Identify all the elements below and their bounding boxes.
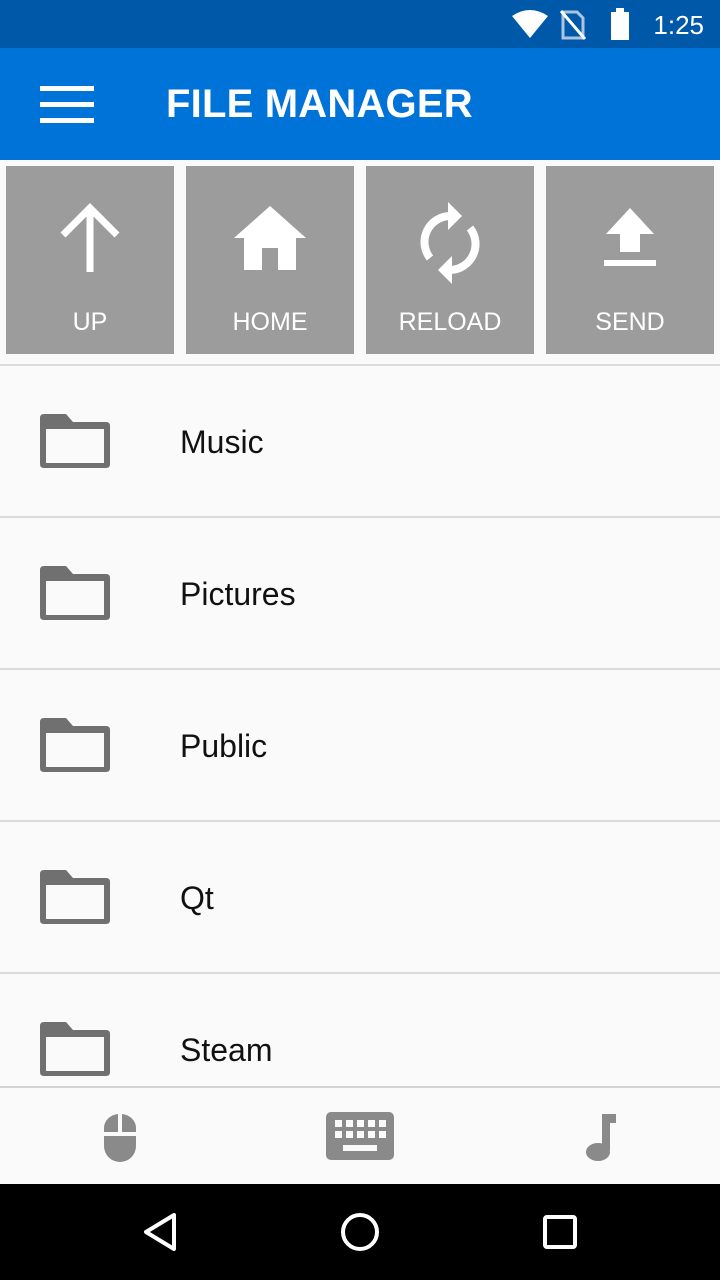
list-item[interactable]: Qt	[0, 822, 720, 974]
nav-home-button[interactable]	[300, 1184, 420, 1280]
page-title: FILE MANAGER	[166, 82, 473, 126]
toolbar: UP HOME RELOAD SEND	[0, 160, 720, 366]
home-icon	[234, 206, 306, 270]
list-item-label: Music	[180, 424, 264, 460]
tab-mouse[interactable]	[0, 1088, 240, 1184]
folder-icon	[40, 566, 110, 620]
list-item-label: Steam	[180, 1032, 273, 1068]
list-item[interactable]: Pictures	[0, 518, 720, 670]
reload-button-label: RELOAD	[398, 308, 502, 336]
list-item[interactable]: Public	[0, 670, 720, 822]
nav-back-button[interactable]	[100, 1184, 220, 1280]
file-list: Music Pictures Public Qt Steam	[0, 366, 720, 1086]
back-icon	[144, 1213, 176, 1251]
up-button[interactable]: UP	[6, 166, 174, 354]
recents-icon	[543, 1215, 577, 1249]
status-bar: 1:25	[0, 0, 720, 48]
reload-button[interactable]: RELOAD	[366, 166, 534, 354]
tab-keyboard[interactable]	[240, 1088, 480, 1184]
home-circle-icon	[341, 1213, 379, 1251]
up-button-label: UP	[72, 308, 108, 336]
folder-icon	[40, 1022, 110, 1076]
music-note-icon	[586, 1114, 616, 1161]
bottom-tab-bar	[0, 1086, 720, 1184]
keyboard-icon	[326, 1112, 394, 1160]
list-item[interactable]: Music	[0, 366, 720, 518]
folder-icon	[40, 870, 110, 924]
mouse-icon	[103, 1114, 137, 1162]
folder-icon	[40, 414, 110, 468]
list-item-label: Public	[180, 728, 268, 764]
home-button[interactable]: HOME	[186, 166, 354, 354]
wifi-icon	[512, 10, 548, 38]
send-button-label: SEND	[595, 308, 665, 336]
nav-recents-button[interactable]	[500, 1184, 620, 1280]
upload-icon	[604, 208, 656, 266]
list-item-label: Qt	[180, 880, 214, 916]
hamburger-menu-icon[interactable]	[40, 86, 94, 126]
list-item-label: Pictures	[180, 576, 296, 612]
home-button-label: HOME	[232, 308, 308, 336]
app-bar: FILE MANAGER	[0, 48, 720, 160]
list-item[interactable]: Steam	[0, 974, 720, 1086]
no-sim-icon	[560, 10, 586, 40]
send-button[interactable]: SEND	[546, 166, 714, 354]
status-time: 1:25	[653, 10, 704, 40]
tab-music[interactable]	[480, 1088, 720, 1184]
folder-icon	[40, 718, 110, 772]
reload-icon	[420, 202, 480, 284]
system-nav-bar	[0, 1184, 720, 1280]
arrow-up-icon	[60, 203, 120, 272]
battery-icon	[611, 8, 629, 40]
